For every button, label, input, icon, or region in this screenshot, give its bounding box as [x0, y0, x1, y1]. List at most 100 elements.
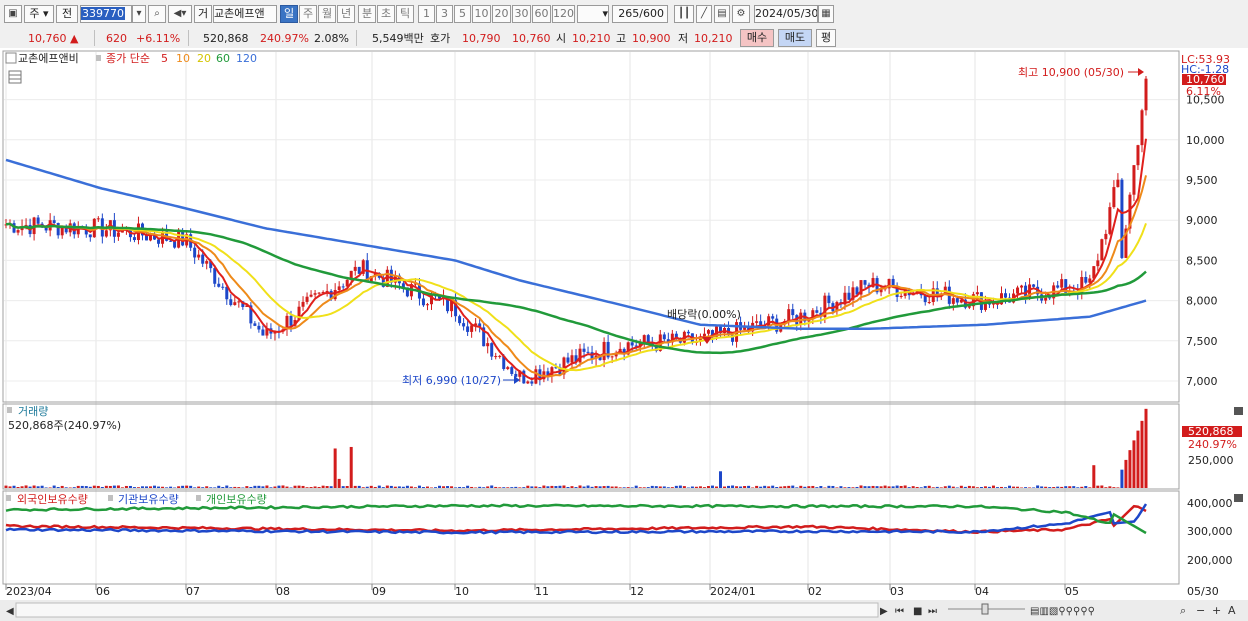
- volume-bar: [482, 487, 486, 488]
- search-icon[interactable]: ⌕: [148, 5, 166, 23]
- volume-bar: [638, 487, 642, 488]
- interval-60[interactable]: 60: [532, 5, 551, 23]
- save-icon[interactable]: ▤: [714, 5, 730, 23]
- x-axis-label: 10: [455, 585, 469, 598]
- volume-bar: [1136, 430, 1140, 488]
- volume-bar: [12, 485, 16, 488]
- volume-bar: [1076, 487, 1080, 488]
- candle-body: [205, 261, 209, 264]
- table-toggle-icon[interactable]: [8, 70, 22, 84]
- x-axis-label: 12: [630, 585, 644, 598]
- high-label: 고: [616, 32, 627, 45]
- volume-bar: [658, 486, 662, 488]
- stop-icon[interactable]: ■: [913, 606, 922, 617]
- scroll-right-icon[interactable]: ▶: [880, 606, 888, 617]
- volume-bar: [759, 486, 763, 488]
- interval-20[interactable]: 20: [492, 5, 511, 23]
- period-year-tab[interactable]: 년: [337, 5, 355, 23]
- period-day-tab[interactable]: 일: [280, 5, 298, 23]
- volume-bar: [602, 486, 606, 488]
- sell-button[interactable]: 매도: [778, 29, 812, 47]
- volume-bar: [1012, 486, 1016, 488]
- volume-bar: [851, 487, 855, 488]
- calendar-icon[interactable]: ▦: [818, 5, 834, 23]
- volume-bar: [421, 487, 425, 488]
- candle-type-icon[interactable]: ┃┃: [674, 5, 694, 23]
- volume-bar: [522, 487, 526, 488]
- bar-count-input[interactable]: 265/600: [612, 5, 668, 23]
- candle-body: [52, 220, 56, 223]
- candle-body: [510, 367, 514, 374]
- panel-close-icon[interactable]: [1234, 407, 1243, 415]
- volume-bar: [1016, 486, 1020, 488]
- volume-bar: [971, 486, 975, 488]
- volume-bar: [767, 486, 771, 488]
- last-page-icon[interactable]: ⏭: [928, 606, 937, 617]
- average-button[interactable]: 평: [816, 29, 836, 47]
- candle-body: [702, 333, 706, 337]
- volume-bar: [843, 487, 847, 488]
- interval-5[interactable]: 5: [454, 5, 471, 23]
- drawing-tool-icon[interactable]: ╱: [696, 5, 712, 23]
- zoom-out-icon[interactable]: −: [1196, 604, 1205, 617]
- volume-bar: [702, 487, 706, 488]
- holdings-ytick: 300,000: [1187, 525, 1233, 538]
- volume-bar: [787, 485, 791, 488]
- prev-button[interactable]: 전: [56, 5, 78, 23]
- panel-close-icon[interactable]: [1234, 494, 1243, 502]
- dividend-annotation: 배당락(0.00%): [667, 308, 741, 321]
- volume-bar: [614, 486, 618, 488]
- volume-bar: [144, 486, 148, 488]
- interval-10[interactable]: 10: [472, 5, 491, 23]
- volume-bar: [201, 487, 205, 488]
- period-tick-tab[interactable]: 틱: [396, 5, 414, 23]
- horizontal-scrollbar[interactable]: [15, 602, 879, 618]
- first-page-icon[interactable]: ⏮: [895, 606, 904, 617]
- period-tag[interactable]: 거: [194, 5, 212, 23]
- candle-body: [305, 296, 309, 302]
- volume-bar: [265, 485, 269, 488]
- x-axis-label: 03: [890, 585, 904, 598]
- volume-bar: [943, 486, 947, 488]
- interval-30[interactable]: 30: [512, 5, 531, 23]
- candle-body: [458, 316, 462, 324]
- font-size-icon[interactable]: A: [1228, 604, 1236, 617]
- volume-bar: [149, 486, 153, 488]
- stock-name-legend: 교촌에프앤비: [18, 52, 79, 65]
- candle-body: [494, 356, 498, 358]
- volume-bar: [40, 485, 44, 488]
- zoom-icon[interactable]: ⌕: [1180, 604, 1186, 617]
- candle-body: [36, 217, 40, 224]
- volume-bar: [1120, 469, 1124, 488]
- interval-custom-select[interactable]: ▾: [577, 5, 609, 23]
- interval-3[interactable]: 3: [436, 5, 453, 23]
- candle-body: [213, 268, 217, 284]
- period-minute-tab[interactable]: 분: [358, 5, 376, 23]
- period-week-tab[interactable]: 주: [299, 5, 317, 23]
- speaker-icon[interactable]: ◀▾: [168, 5, 192, 23]
- scroll-left-icon[interactable]: ◀: [6, 606, 14, 617]
- volume-bar: [911, 486, 915, 488]
- stock-code-input[interactable]: 339770: [80, 5, 132, 23]
- stock-chart[interactable]: 교촌에프앤비 종가 단순 5 10 20 60 120 최고 10,900 (0…: [0, 48, 1248, 621]
- period-month-tab[interactable]: 월: [318, 5, 336, 23]
- period-second-tab[interactable]: 초: [377, 5, 395, 23]
- zoom-in-icon[interactable]: +: [1212, 604, 1221, 617]
- volume-bar: [1132, 440, 1136, 488]
- layout-icon[interactable]: ▣: [4, 5, 22, 23]
- candle-body: [229, 299, 233, 305]
- interval-1[interactable]: 1: [418, 5, 435, 23]
- volume-bar: [867, 486, 871, 488]
- market-select[interactable]: 주 ▾: [24, 5, 54, 23]
- volume-bar: [811, 485, 815, 488]
- price-ytick: 7,000: [1186, 375, 1218, 388]
- buy-button[interactable]: 매수: [740, 29, 774, 47]
- gear-icon[interactable]: ⚙: [732, 5, 750, 23]
- tool-icons[interactable]: ▤▥▧⚲⚲⚲⚲⚲: [1030, 606, 1095, 617]
- x-axis-label: 05: [1065, 585, 1079, 598]
- interval-120[interactable]: 120: [552, 5, 575, 23]
- candle-body: [863, 280, 867, 285]
- chevron-down-icon[interactable]: ▾: [132, 5, 146, 23]
- date-input[interactable]: 2024/05/30: [754, 5, 818, 23]
- zoom-slider-handle[interactable]: [981, 603, 989, 615]
